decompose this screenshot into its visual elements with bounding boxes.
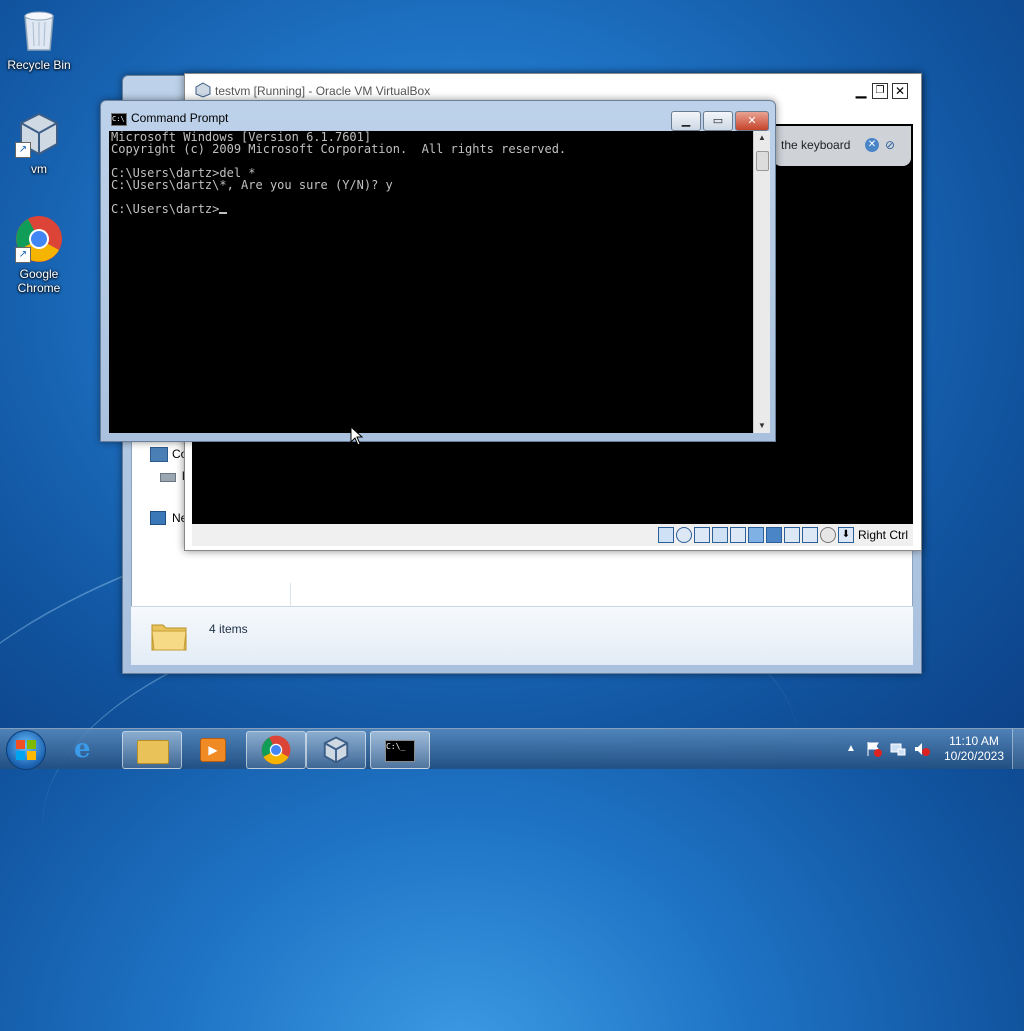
harddisk-icon[interactable] [658, 527, 674, 543]
scroll-down-arrow-icon[interactable]: ▼ [754, 419, 770, 433]
taskbar-windows-explorer[interactable] [122, 731, 182, 769]
console-line: C:\Users\dartz\*, Are you sure (Y/N)? y [111, 178, 393, 192]
host-key-label: Right Ctrl [858, 528, 909, 542]
scroll-up-arrow-icon[interactable]: ▲ [754, 131, 770, 145]
taskbar-internet-explorer[interactable]: e [60, 731, 118, 767]
cmd-titlebar[interactable]: C:\ Command Prompt ▁ ▭ ✕ [101, 101, 775, 131]
clock-time: 11:10 AM [949, 734, 999, 748]
network-adapter-icon[interactable] [712, 527, 728, 543]
minimize-button[interactable]: ▁ [671, 111, 701, 131]
audio-icon[interactable] [694, 527, 710, 543]
drive-icon [160, 473, 176, 482]
console-scrollbar[interactable]: ▲ ▼ [753, 131, 770, 433]
cpu-icon[interactable] [802, 527, 818, 543]
taskbar-virtualbox[interactable] [306, 731, 366, 769]
command-prompt-window[interactable]: C:\ Command Prompt ▁ ▭ ✕ Microsoft Windo… [100, 100, 776, 442]
chrome-icon: ↗ [15, 215, 63, 263]
optical-drive-icon[interactable] [676, 527, 692, 543]
action-center-flag-icon[interactable] [866, 741, 882, 757]
network-tray-icon[interactable] [890, 741, 906, 757]
shortcut-arrow-icon: ↗ [15, 247, 31, 263]
maximize-button[interactable]: ▭ [703, 111, 733, 131]
mouse-integration-icon[interactable] [820, 527, 836, 543]
network-icon [150, 511, 166, 525]
window-title: Command Prompt [131, 111, 229, 125]
volume-muted-icon[interactable] [914, 741, 930, 757]
internet-explorer-icon: e [74, 734, 91, 764]
command-prompt-icon: C:\_ [385, 740, 415, 762]
notice-text: the keyboard [781, 138, 851, 152]
minimize-button[interactable]: ▁ [853, 83, 869, 99]
start-button[interactable] [6, 730, 46, 770]
console-prompt-line[interactable]: C:\Users\dartz> [109, 203, 753, 215]
taskbar-media-player[interactable]: ▶ [184, 731, 242, 767]
taskbar-chrome[interactable] [246, 731, 306, 769]
window-title: testvm [Running] - Oracle VM VirtualBox [215, 84, 431, 98]
desktop-icon-label: Google Chrome [17, 267, 61, 295]
keyboard-capture-notice: the keyboard ✕ ⊘ [773, 126, 911, 166]
console-line: Copyright (c) 2009 Microsoft Corporation… [111, 142, 567, 156]
restore-button[interactable]: ❐ [872, 83, 888, 99]
folder-icon [137, 740, 169, 764]
media-player-icon: ▶ [200, 738, 226, 762]
keyboard-capture-icon[interactable]: ⬇ [838, 527, 854, 543]
desktop-icon-label: Recycle Bin [7, 58, 71, 72]
text-cursor [219, 212, 228, 214]
desktop-icon-chrome[interactable]: ↗ Google Chrome [0, 215, 78, 295]
system-clock[interactable]: 11:10 AM 10/20/2023 [938, 734, 1010, 764]
prompt-text: C:\Users\dartz> [111, 202, 220, 216]
item-count: 4 items [209, 622, 248, 636]
desktop-icon-recycle-bin[interactable]: Recycle Bin [0, 6, 78, 72]
notice-mute-icon[interactable]: ⊘ [885, 138, 899, 152]
mouse-cursor-icon [350, 425, 364, 446]
desktop-icon-vm[interactable]: ↗ vm [0, 110, 78, 176]
vm-status-bar: ⬇ Right Ctrl [192, 524, 913, 546]
folder-icon [151, 619, 187, 656]
console-output[interactable]: Microsoft Windows [Version 6.1.7601] Cop… [109, 131, 753, 433]
recycle-bin-icon [15, 6, 63, 54]
computer-icon [150, 447, 168, 462]
close-button[interactable]: ✕ [735, 111, 769, 131]
display-icon[interactable] [766, 527, 782, 543]
virtualbox-app-icon [195, 82, 211, 98]
desktop-icon-label: vm [31, 162, 47, 176]
shared-folders-icon[interactable] [748, 527, 764, 543]
windows-logo-icon [16, 740, 36, 760]
taskbar-command-prompt[interactable]: C:\_ [370, 731, 430, 769]
virtualbox-icon [323, 736, 349, 764]
taskbar: e ▶ C:\_ ▲ 11:10 AM 10/20/2023 [0, 728, 1024, 770]
shortcut-arrow-icon: ↗ [15, 142, 31, 158]
explorer-details-pane: 4 items [131, 606, 913, 665]
close-button[interactable]: ✕ [892, 83, 908, 99]
usb-icon[interactable] [730, 527, 746, 543]
cmd-app-icon: C:\ [111, 113, 127, 126]
chrome-icon [261, 735, 291, 765]
video-capture-icon[interactable] [784, 527, 800, 543]
scrollbar-thumb[interactable] [756, 151, 769, 171]
virtualbox-icon: ↗ [15, 110, 63, 158]
clock-date: 10/20/2023 [943, 749, 1005, 763]
show-desktop-button[interactable] [1012, 729, 1024, 769]
notice-close-icon[interactable]: ✕ [865, 138, 879, 152]
show-hidden-icons-arrow[interactable]: ▲ [846, 741, 862, 757]
